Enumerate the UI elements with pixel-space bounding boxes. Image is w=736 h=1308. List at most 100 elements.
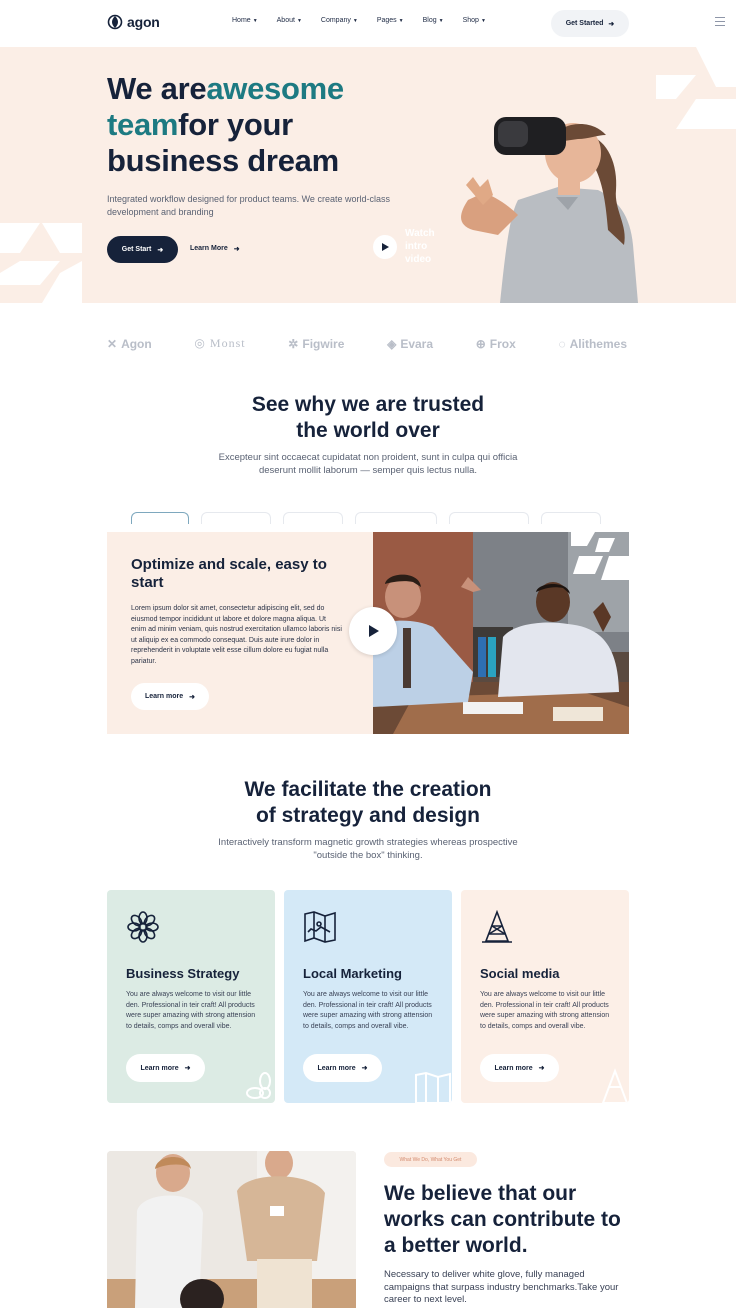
- brand-name: Figwire: [302, 336, 345, 351]
- card-learn-more-button[interactable]: Learn more ➜: [480, 1054, 559, 1082]
- logo[interactable]: agon: [107, 14, 160, 30]
- hamburger-menu-icon[interactable]: [715, 17, 725, 26]
- evara-logo-icon: ◈: [387, 336, 397, 351]
- chevron-down-icon: ▼: [352, 17, 358, 24]
- facilitate-title: We facilitate the creation of strategy an…: [0, 777, 736, 829]
- video-play-button[interactable]: [349, 607, 397, 655]
- brand-logo-alithemes: ◌ Alithemes: [559, 337, 628, 351]
- feature-tabs: [131, 512, 601, 524]
- button-label: Learn more: [317, 1064, 356, 1072]
- service-card-local-marketing: Local Marketing You are always welcome t…: [284, 890, 452, 1103]
- believe-body: Necessary to deliver white glove, fully …: [384, 1269, 619, 1305]
- brand-name: Evara: [400, 336, 434, 351]
- get-started-button[interactable]: Get Started ➜: [551, 10, 629, 37]
- card-body: You are always welcome to visit our litt…: [126, 991, 256, 1030]
- arrow-right-icon: ➜: [608, 20, 615, 28]
- brand-name: Monst: [209, 336, 246, 350]
- title-line: See why we are trusted: [251, 393, 485, 416]
- optimize-learn-more-button[interactable]: Learn more ➜: [131, 683, 209, 710]
- optimize-title: Optimize and scale, easy to start: [131, 556, 327, 591]
- brand-name: Frox: [489, 336, 516, 351]
- tab-2[interactable]: [201, 512, 271, 524]
- chevron-down-icon: ▼: [252, 17, 258, 24]
- tower-icon: [482, 910, 512, 943]
- subtitle-line: Excepteur sint occaecat cupidatat non pr…: [218, 452, 518, 463]
- menu-label: Blog: [422, 17, 437, 24]
- map-icon: [304, 911, 336, 943]
- map-watermark-icon: [415, 1071, 451, 1103]
- card-title: Local Marketing: [303, 966, 402, 981]
- main-menu: Home ▼ About ▼ Company ▼ Pages ▼ Blog ▼ Shop ▼: [232, 17, 505, 24]
- card-body: You are always welcome to visit our litt…: [480, 991, 610, 1030]
- menu-label: Shop: [462, 17, 479, 24]
- menu-label: About: [276, 17, 295, 24]
- hero-section: We areawesome teamfor your business dream…: [0, 47, 736, 303]
- tab-1[interactable]: [131, 512, 189, 524]
- title-accent: awesome: [206, 71, 344, 106]
- tab-3[interactable]: [283, 512, 343, 524]
- top-navbar: agon Home ▼ About ▼ Company ▼ Pages ▼ Blog ▼ …: [0, 0, 736, 46]
- flower-watermark-icon: [246, 1072, 271, 1099]
- menu-item-pages[interactable]: Pages ▼: [377, 17, 404, 24]
- card-title: Social media: [480, 966, 560, 981]
- believe-title: We believe that our works can contribute…: [384, 1182, 621, 1257]
- play-icon: [382, 243, 389, 251]
- chevron-down-icon: ▼: [438, 17, 444, 24]
- card-title: Business Strategy: [126, 966, 240, 981]
- chevron-down-icon: ▼: [398, 17, 404, 24]
- arrow-right-icon: ➜: [361, 1065, 368, 1072]
- service-card-social-media: Social media You are always welcome to v…: [461, 890, 629, 1103]
- flower-icon: [127, 911, 159, 943]
- card-learn-more-button[interactable]: Learn more ➜: [303, 1054, 382, 1082]
- brand-name: Alithemes: [569, 336, 627, 351]
- title-line: We facilitate the creation: [244, 778, 492, 801]
- agon-logo-icon: ✕: [107, 336, 118, 351]
- logo-text: agon: [127, 14, 160, 30]
- button-label: Get Started: [565, 20, 604, 27]
- facilitate-subtitle: Interactively transform magnetic growth …: [0, 836, 736, 862]
- figwire-logo-icon: ✲: [288, 336, 299, 351]
- service-card-business-strategy: Business Strategy You are always welcome…: [107, 890, 275, 1103]
- brand-logo-monst: ◎ Monst: [194, 336, 245, 351]
- watch-video-play-button[interactable]: [373, 235, 397, 259]
- tab-4[interactable]: [355, 512, 437, 524]
- subtitle-line: "outside the box" thinking.: [313, 850, 423, 861]
- link-label: Learn More: [190, 245, 228, 252]
- office-team-photo: [373, 532, 629, 734]
- chevron-down-icon: ▼: [296, 17, 302, 24]
- team-meeting-photo: [107, 1151, 356, 1308]
- decorative-shape: [656, 47, 736, 129]
- monst-logo-icon: ◎: [194, 336, 206, 350]
- title-line: the world over: [296, 419, 440, 442]
- brand-logo-figwire: ✲ Figwire: [288, 337, 344, 351]
- card-body: You are always welcome to visit our litt…: [303, 991, 433, 1030]
- brand-logo-agon: ✕ Agon: [107, 337, 152, 351]
- menu-item-shop[interactable]: Shop ▼: [463, 17, 486, 24]
- frox-logo-icon: ⊕: [475, 336, 486, 351]
- tab-6[interactable]: [541, 512, 601, 524]
- subtitle-line: Interactively transform magnetic growth …: [218, 837, 518, 848]
- title-text: We are: [107, 71, 207, 106]
- brand-logo-frox: ⊕ Frox: [476, 337, 516, 351]
- tab-5[interactable]: [449, 512, 529, 524]
- arrow-right-icon: ➜: [233, 246, 240, 253]
- subtitle-line: deserunt mollit laborum — semper quis le…: [258, 465, 478, 476]
- learn-more-link[interactable]: Learn More ➜: [190, 245, 240, 253]
- menu-label: Home: [232, 17, 251, 24]
- button-label: Learn more: [494, 1064, 533, 1072]
- brand-name: Agon: [121, 336, 152, 351]
- menu-item-company[interactable]: Company ▼: [321, 17, 358, 24]
- vr-headset-person-image: [461, 117, 638, 303]
- trusted-subtitle: Excepteur sint occaecat cupidatat non pr…: [0, 451, 736, 477]
- button-label: Get Start: [121, 246, 152, 253]
- menu-item-blog[interactable]: Blog ▼: [423, 17, 444, 24]
- watch-intro-video-label[interactable]: Watch intro video: [405, 227, 445, 266]
- card-learn-more-button[interactable]: Learn more ➜: [126, 1054, 205, 1082]
- decorative-shape: [0, 223, 82, 303]
- menu-item-about[interactable]: About ▼: [277, 17, 302, 24]
- button-label: Learn more: [140, 1064, 179, 1072]
- arrow-right-icon: ➜: [157, 246, 164, 254]
- tower-watermark-icon: [601, 1068, 629, 1103]
- menu-item-home[interactable]: Home ▼: [232, 17, 258, 24]
- get-start-button[interactable]: Get Start ➜: [107, 236, 178, 263]
